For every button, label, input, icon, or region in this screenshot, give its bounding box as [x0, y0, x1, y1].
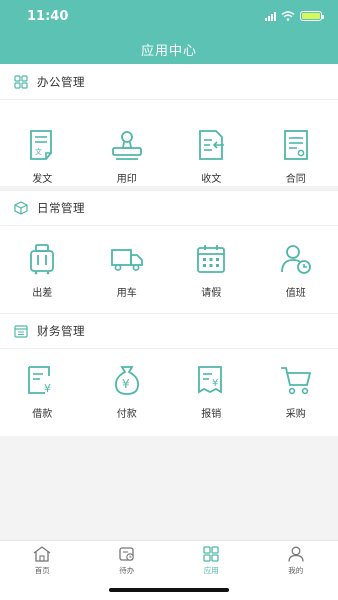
calendar-icon — [197, 245, 226, 273]
tab-label: 首页 — [34, 566, 50, 575]
home-icon — [33, 546, 51, 562]
status-icons — [265, 11, 324, 21]
app-label: 合同 — [285, 174, 306, 185]
app-yongche[interactable]: 用车 — [85, 243, 170, 299]
cube-icon — [14, 201, 28, 215]
status-bar: 11:40 — [0, 0, 338, 34]
profile-icon — [288, 546, 304, 562]
wifi-icon — [281, 11, 295, 21]
app-hetong[interactable]: 合同 — [254, 129, 338, 185]
tab-label: 应用 — [203, 566, 219, 575]
app-jiekuan[interactable]: ¥ 借款 — [0, 364, 85, 420]
todo-icon — [119, 547, 134, 561]
app-qingjia[interactable]: 请假 — [169, 243, 254, 299]
truck-icon — [110, 249, 143, 271]
app-caigou[interactable]: 采购 — [254, 364, 338, 420]
section-finance: 财务管理 ¥ 借款 ¥ 付款 ¥ 报销 采购 — [0, 313, 338, 436]
contract-icon — [283, 130, 308, 160]
app-label: 值班 — [285, 288, 306, 299]
tab-todo[interactable]: 待办 — [85, 541, 170, 579]
signal-icon — [265, 11, 276, 21]
app-chuchai[interactable]: 出差 — [0, 243, 85, 299]
app-fawen[interactable]: 文 发文 — [0, 129, 85, 185]
app-label: 报销 — [201, 409, 222, 420]
app-label: 采购 — [285, 409, 306, 420]
app-shouwen[interactable]: 收文 — [169, 129, 254, 185]
app-fukuan[interactable]: ¥ 付款 — [85, 364, 170, 420]
svg-text:¥: ¥ — [212, 378, 218, 389]
reimburse-icon: ¥ — [198, 366, 223, 394]
section-title: 办公管理 — [37, 74, 85, 89]
app-label: 用车 — [116, 288, 137, 299]
svg-text:¥: ¥ — [44, 382, 51, 395]
apps-icon — [203, 546, 219, 562]
tab-apps[interactable]: 应用 — [169, 541, 254, 579]
page-title: 应用中心 — [140, 44, 197, 59]
tab-label: 我的 — [288, 566, 304, 575]
home-indicator — [109, 588, 229, 592]
header: 11:40 应用中心 — [0, 0, 338, 64]
app-label: 付款 — [116, 409, 137, 420]
section-title: 日常管理 — [37, 201, 85, 215]
section-header: 办公管理 — [0, 64, 338, 100]
app-label: 用印 — [116, 174, 137, 185]
app-label: 发文 — [32, 174, 53, 185]
section-office: 办公管理 文 发文 用印 收文 合同 — [0, 64, 338, 186]
tab-profile[interactable]: 我的 — [254, 541, 338, 579]
app-yongyin[interactable]: 用印 — [85, 129, 170, 185]
grid-icon — [14, 74, 28, 89]
app-label: 出差 — [32, 288, 53, 299]
loan-icon: ¥ — [28, 366, 51, 395]
battery-icon — [300, 11, 324, 21]
app-label: 借款 — [32, 409, 53, 420]
luggage-icon — [30, 244, 55, 275]
svg-text:文: 文 — [35, 147, 42, 156]
document-icon: 文 — [30, 130, 53, 160]
section-header: 财务管理 — [0, 313, 338, 349]
app-zhiban[interactable]: 值班 — [254, 243, 338, 299]
status-time: 11:40 — [27, 9, 69, 24]
stamp-icon — [111, 131, 142, 160]
section-title: 财务管理 — [37, 324, 85, 338]
money-bag-icon: ¥ — [114, 366, 139, 395]
user-clock-icon — [280, 245, 311, 274]
svg-text:¥: ¥ — [122, 377, 130, 391]
calendar-small-icon — [14, 325, 28, 338]
section-header: 日常管理 — [0, 190, 338, 226]
app-baoxiao[interactable]: ¥ 报销 — [169, 364, 254, 420]
section-daily: 日常管理 出差 用车 请假 值班 — [0, 190, 338, 316]
tab-label: 待办 — [119, 566, 135, 575]
cart-icon — [280, 367, 311, 395]
tab-home[interactable]: 首页 — [0, 541, 85, 579]
receive-document-icon — [199, 130, 225, 160]
app-label: 请假 — [201, 288, 222, 299]
app-label: 收文 — [201, 174, 222, 185]
